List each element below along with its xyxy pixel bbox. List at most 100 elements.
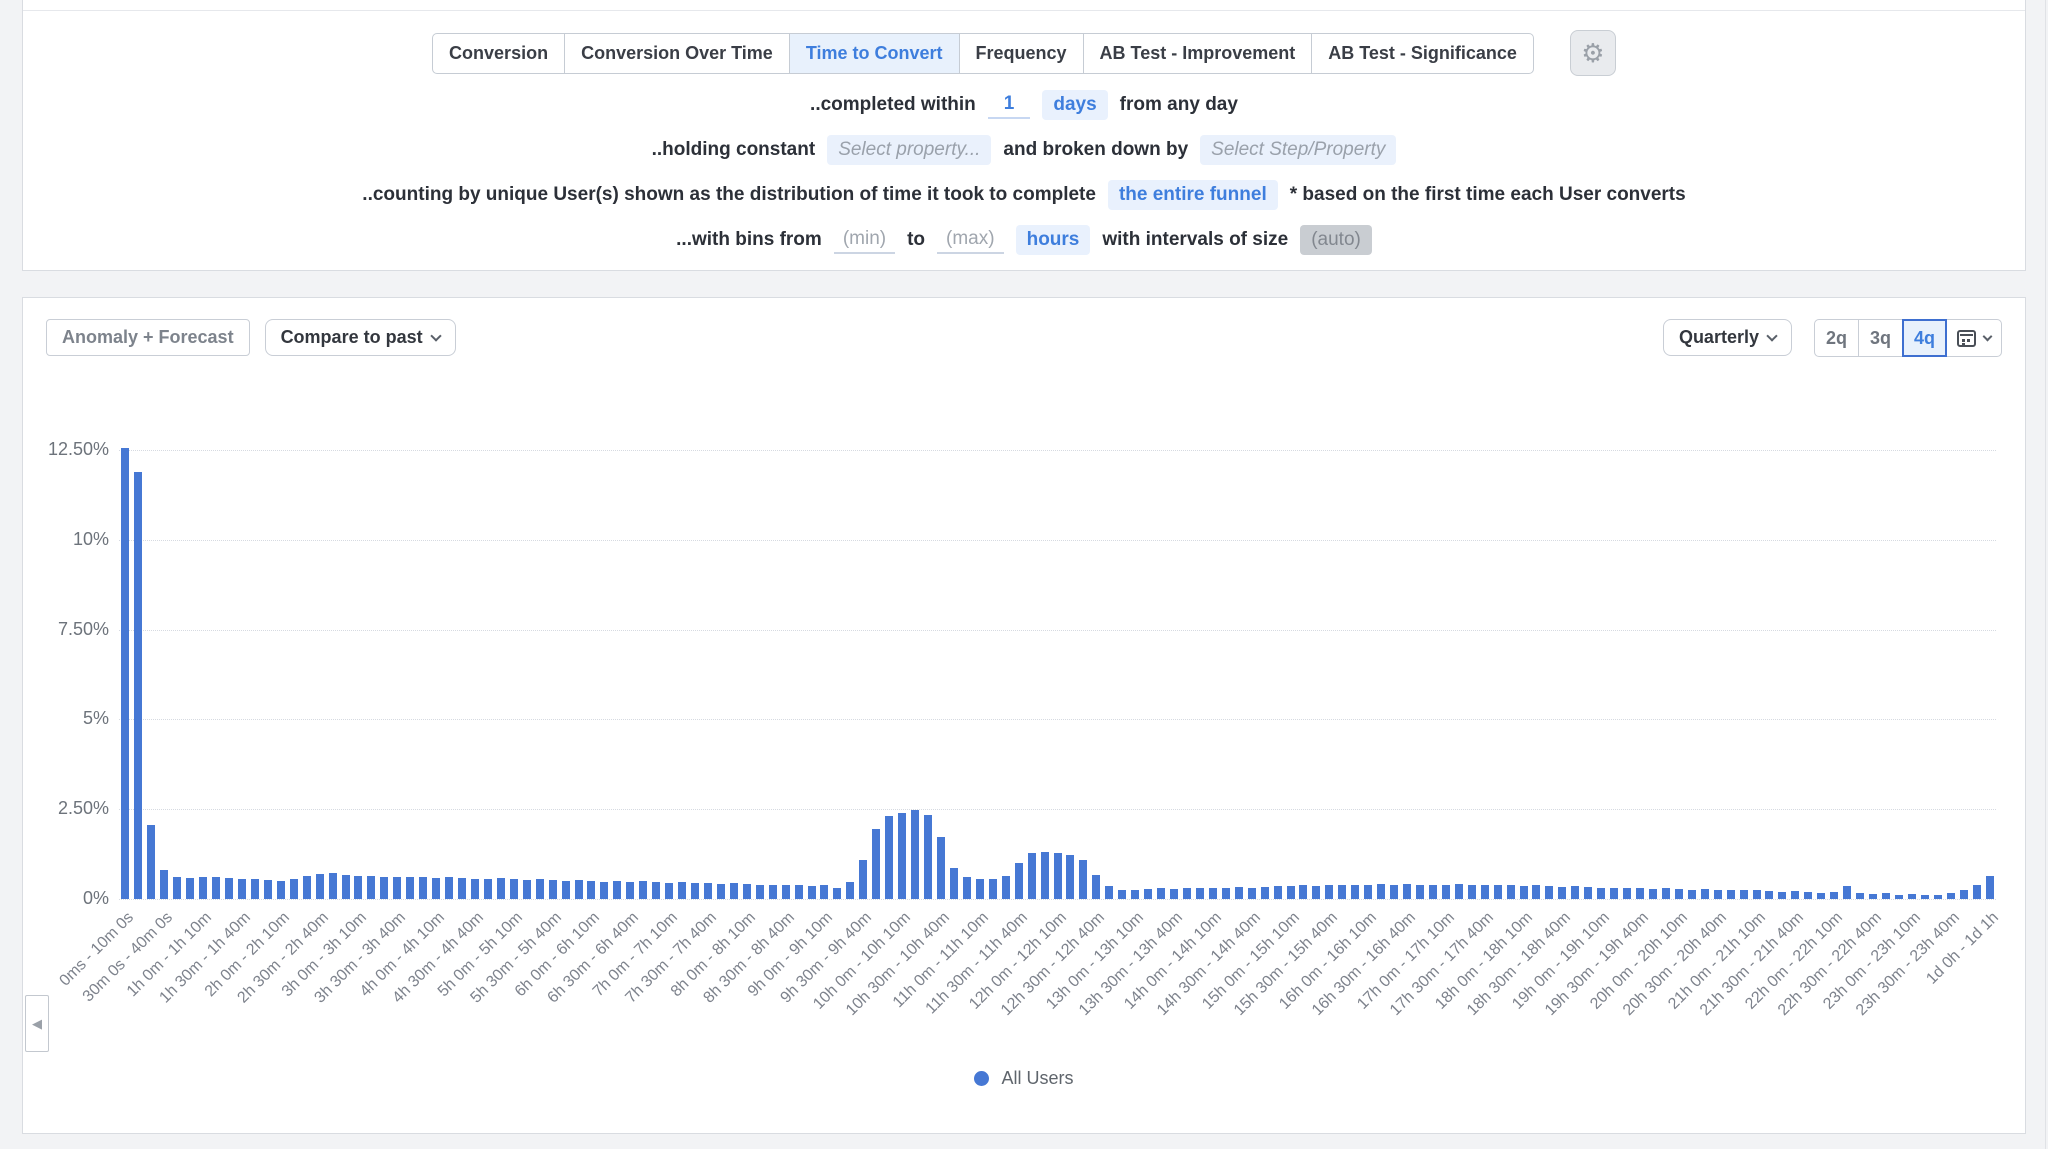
histogram-bar[interactable] — [510, 879, 518, 899]
histogram-bar[interactable] — [1390, 885, 1398, 899]
histogram-bar[interactable] — [1960, 890, 1968, 899]
histogram-bar[interactable] — [1584, 887, 1592, 899]
histogram-bar[interactable] — [1287, 886, 1295, 899]
histogram-bar[interactable] — [264, 880, 272, 899]
histogram-bar[interactable] — [1843, 886, 1851, 899]
histogram-bar[interactable] — [303, 876, 311, 899]
histogram-bar[interactable] — [1209, 888, 1217, 899]
bin-min-input[interactable]: (min) — [834, 226, 895, 254]
histogram-bar[interactable] — [523, 880, 531, 899]
histogram-bar[interactable] — [859, 860, 867, 900]
bin-size-input[interactable]: (auto) — [1300, 225, 1372, 255]
histogram-bar[interactable] — [419, 877, 427, 899]
histogram-bar[interactable] — [833, 888, 841, 899]
breakdown-step-property-select[interactable]: Select Step/Property — [1200, 135, 1396, 165]
histogram-bar[interactable] — [652, 882, 660, 899]
histogram-bar[interactable] — [898, 813, 906, 899]
histogram-bar[interactable] — [445, 877, 453, 899]
histogram-bar[interactable] — [1791, 891, 1799, 899]
conversion-window-unit-dropdown[interactable]: days — [1042, 90, 1107, 120]
tab-time-to-convert[interactable]: Time to Convert — [789, 33, 960, 74]
tab-ab-test-improvement[interactable]: AB Test - Improvement — [1083, 33, 1313, 74]
histogram-bar[interactable] — [458, 878, 466, 899]
histogram-bar[interactable] — [613, 881, 621, 899]
histogram-bar[interactable] — [238, 879, 246, 899]
histogram-bar[interactable] — [1934, 895, 1942, 899]
histogram-bar[interactable] — [704, 883, 712, 899]
histogram-bar[interactable] — [600, 882, 608, 899]
histogram-bar[interactable] — [290, 879, 298, 899]
histogram-bar[interactable] — [134, 472, 142, 899]
conversion-window-value-input[interactable]: 1 — [988, 91, 1031, 119]
histogram-bar[interactable] — [121, 448, 129, 899]
histogram-bar[interactable] — [846, 882, 854, 899]
range-option-4q[interactable]: 4q — [1902, 319, 1947, 357]
histogram-bar[interactable] — [1558, 887, 1566, 899]
histogram-bar[interactable] — [1066, 855, 1074, 899]
histogram-bar[interactable] — [1325, 885, 1333, 899]
histogram-bar[interactable] — [1817, 893, 1825, 899]
histogram-bar[interactable] — [1869, 894, 1877, 899]
histogram-bar[interactable] — [1170, 889, 1178, 899]
histogram-bar[interactable] — [1830, 892, 1838, 899]
histogram-bar[interactable] — [147, 825, 155, 899]
histogram-bar[interactable] — [1494, 885, 1502, 899]
histogram-bar[interactable] — [1403, 884, 1411, 899]
histogram-bar[interactable] — [1002, 876, 1010, 899]
histogram-bar[interactable] — [808, 886, 816, 899]
histogram-bar[interactable] — [1144, 889, 1152, 899]
histogram-bar[interactable] — [1416, 885, 1424, 899]
histogram-bar[interactable] — [743, 884, 751, 899]
histogram-bar[interactable] — [1636, 888, 1644, 899]
histogram-bar[interactable] — [536, 879, 544, 899]
histogram-bar[interactable] — [1248, 888, 1256, 899]
histogram-bar[interactable] — [1895, 895, 1903, 899]
histogram-bar[interactable] — [1804, 892, 1812, 899]
histogram-bar[interactable] — [1714, 890, 1722, 899]
histogram-bar[interactable] — [1222, 888, 1230, 899]
histogram-bar[interactable] — [989, 879, 997, 899]
histogram-bar[interactable] — [1351, 885, 1359, 899]
histogram-bar[interactable] — [1196, 888, 1204, 899]
histogram-bar[interactable] — [756, 885, 764, 899]
histogram-bar[interactable] — [1753, 890, 1761, 899]
histogram-bar[interactable] — [1610, 888, 1618, 899]
tab-frequency[interactable]: Frequency — [959, 33, 1084, 74]
histogram-bar[interactable] — [1235, 887, 1243, 899]
histogram-bar[interactable] — [1183, 888, 1191, 899]
histogram-bar[interactable] — [1105, 886, 1113, 899]
histogram-bar[interactable] — [1274, 886, 1282, 899]
histogram-bar[interactable] — [1364, 885, 1372, 899]
histogram-bar[interactable] — [225, 878, 233, 899]
histogram-bar[interactable] — [393, 877, 401, 899]
histogram-bar[interactable] — [1507, 885, 1515, 899]
histogram-bar[interactable] — [1338, 885, 1346, 899]
histogram-bar[interactable] — [251, 879, 259, 899]
histogram-bar[interactable] — [1455, 884, 1463, 899]
histogram-bar[interactable] — [316, 874, 324, 899]
histogram-bar[interactable] — [1312, 886, 1320, 899]
histogram-bar[interactable] — [1429, 885, 1437, 899]
histogram-bar[interactable] — [1727, 890, 1735, 899]
histogram-bar[interactable] — [1028, 853, 1036, 899]
histogram-bar[interactable] — [367, 876, 375, 899]
histogram-bar[interactable] — [691, 883, 699, 899]
histogram-bar[interactable] — [1157, 888, 1165, 899]
histogram-bar[interactable] — [950, 868, 958, 899]
histogram-bar[interactable] — [885, 816, 893, 899]
histogram-bar[interactable] — [1921, 895, 1929, 899]
tab-ab-test-significance[interactable]: AB Test - Significance — [1311, 33, 1534, 74]
histogram-bar[interactable] — [665, 883, 673, 899]
histogram-bar[interactable] — [549, 880, 557, 899]
histogram-bar[interactable] — [1545, 886, 1553, 899]
histogram-bar[interactable] — [1261, 887, 1269, 899]
histogram-bar[interactable] — [1131, 890, 1139, 899]
histogram-bar[interactable] — [1947, 893, 1955, 899]
holding-constant-property-select[interactable]: Select property... — [827, 135, 991, 165]
histogram-bar[interactable] — [1973, 885, 1981, 899]
histogram-bar[interactable] — [1675, 889, 1683, 899]
histogram-bar[interactable] — [497, 878, 505, 899]
histogram-bar[interactable] — [976, 879, 984, 899]
histogram-bar[interactable] — [277, 881, 285, 899]
bin-unit-dropdown[interactable]: hours — [1016, 225, 1091, 255]
